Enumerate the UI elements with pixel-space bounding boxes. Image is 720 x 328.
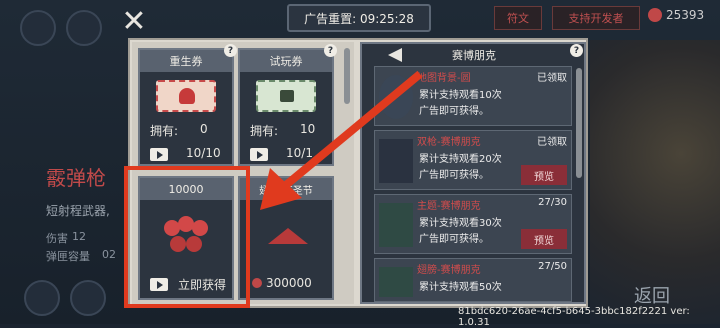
card-title: 重生券 bbox=[140, 50, 232, 72]
ad-reset-timer: 广告重置: 09:25:28 bbox=[287, 4, 431, 32]
wings-icon bbox=[268, 228, 308, 244]
watch-count: 10/10 bbox=[186, 146, 221, 160]
highlight-box bbox=[124, 166, 250, 308]
revive-ticket-card[interactable]: 重生券 拥有: 0 10/10 bbox=[138, 48, 234, 166]
item-status: 27/30 bbox=[538, 197, 567, 208]
help-icon[interactable]: ? bbox=[224, 44, 237, 57]
item-status: 已领取 bbox=[537, 137, 567, 148]
bottom-slot-2[interactable] bbox=[70, 280, 106, 316]
slot-2[interactable] bbox=[66, 10, 102, 46]
item-name: 翅膀-赛博朋克 bbox=[417, 265, 481, 276]
item-line1: 累计支持观看50次 bbox=[419, 282, 502, 293]
support-dev-button[interactable]: 支持开发者 bbox=[552, 6, 640, 30]
gold-value: 25393 bbox=[666, 8, 705, 22]
bottom-slot-1[interactable] bbox=[24, 280, 60, 316]
stat1-label: 伤害 bbox=[46, 232, 68, 245]
item-status: 27/50 bbox=[538, 261, 567, 272]
coin-icon bbox=[252, 278, 262, 288]
play-icon bbox=[150, 148, 168, 161]
help-icon[interactable]: ? bbox=[570, 44, 583, 57]
own-label: 拥有: bbox=[150, 124, 179, 138]
item-status: 已领取 bbox=[537, 73, 567, 84]
stat2-label: 弹匣容量 bbox=[46, 250, 90, 263]
list-item: 翅膀-赛博朋克 累计支持观看50次 27/50 bbox=[374, 258, 572, 302]
back-button[interactable]: 返回 bbox=[634, 282, 670, 308]
stat1-value: 12 bbox=[72, 230, 86, 243]
wings-thumb bbox=[379, 267, 413, 297]
price-value: 300000 bbox=[266, 276, 312, 290]
build-id: 81bdc620-26ae-4cf5-b645-3bbc182f2221 ver… bbox=[458, 306, 690, 328]
item-line2: 广告即可获得。 bbox=[419, 234, 489, 245]
rune-button[interactable]: 符文 bbox=[494, 6, 542, 30]
weapon-desc: 短射程武器, bbox=[46, 204, 110, 218]
help-icon[interactable]: ? bbox=[324, 44, 337, 57]
own-value: 0 bbox=[200, 122, 208, 136]
stat2-value: 02 bbox=[102, 248, 116, 261]
annotation-arrow bbox=[260, 70, 423, 210]
preview-button[interactable]: 预览 bbox=[521, 165, 567, 185]
preview-button[interactable]: 预览 bbox=[521, 229, 567, 249]
close-icon[interactable]: ✕ bbox=[118, 6, 150, 38]
heart-ticket-icon bbox=[156, 80, 216, 112]
gold-counter: 25393 bbox=[648, 8, 704, 22]
right-scrollbar[interactable] bbox=[576, 68, 582, 178]
slot-1[interactable] bbox=[20, 10, 56, 46]
weapon-name: 霰弹枪 bbox=[46, 166, 106, 190]
coin-icon bbox=[648, 8, 662, 22]
